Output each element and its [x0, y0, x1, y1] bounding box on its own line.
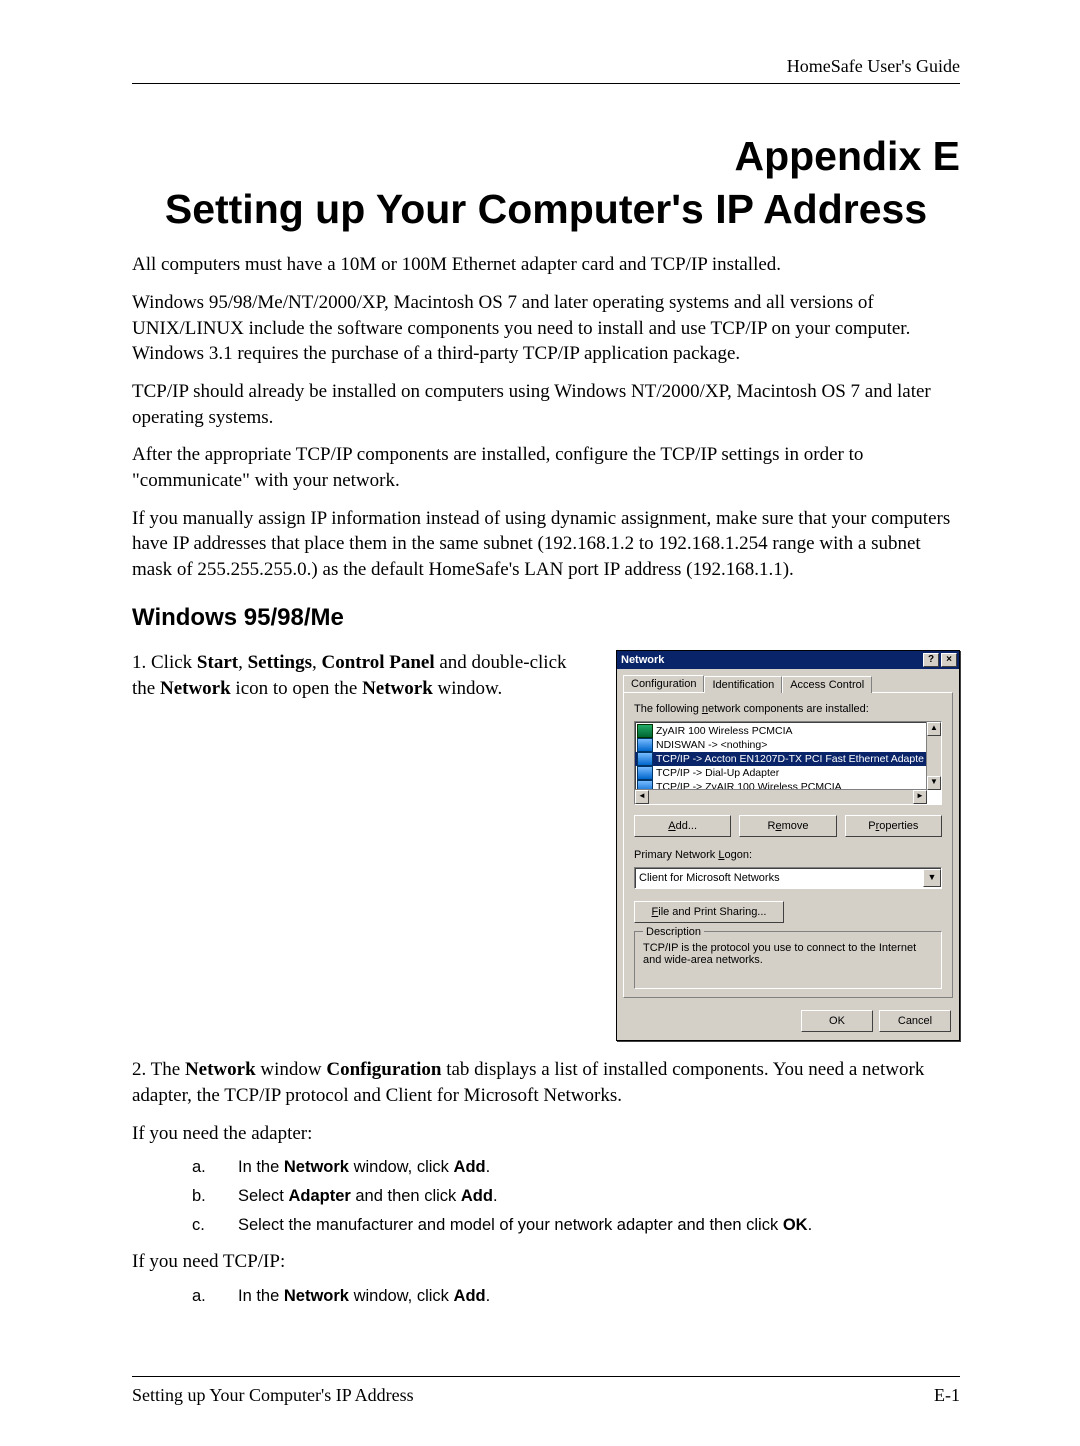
combo-value: Client for Microsoft Networks	[639, 872, 780, 884]
t: Network	[185, 1059, 256, 1080]
t: and then click	[351, 1187, 461, 1205]
list-item-label: NDISWAN -> <nothing>	[656, 739, 767, 751]
network-dialog: Network ? × Configuration Identification…	[616, 650, 960, 1041]
para: Windows 95/98/Me/NT/2000/XP, Macintosh O…	[132, 290, 960, 367]
add-button[interactable]: Add...	[634, 815, 731, 837]
t: Add	[454, 1158, 486, 1176]
t: .	[486, 1287, 491, 1305]
footer-right: E-1	[934, 1385, 960, 1406]
tab-access-control[interactable]: Access Control	[782, 676, 872, 693]
list-item[interactable]: NDISWAN -> <nothing>	[635, 738, 941, 752]
para: If you manually assign IP information in…	[132, 506, 960, 583]
t: Add	[454, 1287, 486, 1305]
step-2-text: 2. The Network window Configuration tab …	[132, 1057, 960, 1108]
step-1-text: 1. Click Start, Settings, Control Panel …	[132, 650, 592, 701]
t: .	[808, 1216, 813, 1234]
t: In the	[238, 1287, 284, 1305]
t: Start	[197, 652, 238, 673]
page-title: Setting up Your Computer's IP Address	[132, 185, 960, 234]
para: All computers must have a 10M or 100M Et…	[132, 252, 960, 278]
t: Select the manufacturer and model of you…	[238, 1216, 783, 1234]
chevron-down-icon[interactable]: ▼	[923, 869, 941, 887]
tab-panel: The following network components are ins…	[623, 692, 953, 998]
page-footer: Setting up Your Computer's IP Address E-…	[132, 1376, 960, 1406]
tab-bar: Configuration Identification Access Cont…	[617, 669, 959, 692]
scroll-left-icon[interactable]: ◄	[635, 790, 649, 804]
protocol-icon	[637, 752, 653, 766]
t: 1. Click	[132, 652, 197, 673]
primary-logon-combo[interactable]: Client for Microsoft Networks ▼	[634, 867, 942, 889]
section-heading: Windows 95/98/Me	[132, 604, 960, 632]
page: HomeSafe User's Guide Appendix E Setting…	[0, 0, 1080, 1446]
scroll-up-icon[interactable]: ▲	[927, 722, 941, 736]
list-item: b.Select Adapter and then click Add.	[192, 1187, 960, 1206]
list-item[interactable]: TCP/IP -> Accton EN1207D-TX PCI Fast Eth…	[635, 752, 941, 766]
t: Network	[160, 678, 231, 699]
t: Network	[362, 678, 433, 699]
list-item-label: ZyAIR 100 Wireless PCMCIA	[656, 725, 793, 737]
t: Network	[284, 1287, 349, 1305]
components-listbox[interactable]: ZyAIR 100 Wireless PCMCIA NDISWAN -> <no…	[634, 721, 942, 805]
properties-button[interactable]: Properties	[845, 815, 942, 837]
list-item: a.In the Network window, click Add.	[192, 1287, 960, 1306]
protocol-icon	[637, 766, 653, 780]
ok-button[interactable]: OK	[801, 1010, 873, 1032]
t: icon to open the	[231, 678, 362, 699]
running-head: HomeSafe User's Guide	[132, 56, 960, 84]
t: window, click	[349, 1287, 454, 1305]
para: After the appropriate TCP/IP components …	[132, 442, 960, 493]
footer-left: Setting up Your Computer's IP Address	[132, 1385, 414, 1406]
tcpip-steps: a.In the Network window, click Add.	[132, 1287, 960, 1306]
t: Select	[238, 1187, 288, 1205]
list-item[interactable]: ZyAIR 100 Wireless PCMCIA	[635, 724, 941, 738]
cancel-button[interactable]: Cancel	[879, 1010, 951, 1032]
description-group: Description TCP/IP is the protocol you u…	[634, 931, 942, 989]
list-item-label: TCP/IP -> Dial-Up Adapter	[656, 767, 779, 779]
tab-identification[interactable]: Identification	[704, 676, 782, 693]
list-item-label: TCP/IP -> Accton EN1207D-TX PCI Fast Eth…	[656, 753, 924, 765]
t: OK	[783, 1216, 808, 1234]
t: In the	[238, 1158, 284, 1176]
t: window	[256, 1059, 327, 1080]
need-tcpip-label: If you need TCP/IP:	[132, 1249, 960, 1275]
t: window, click	[349, 1158, 454, 1176]
t: Configuration	[326, 1059, 441, 1080]
scrollbar-vertical[interactable]: ▲ ▼	[926, 722, 941, 790]
dialog-title: Network	[621, 654, 664, 666]
logon-label: Primary Network Logon:	[634, 849, 942, 861]
t: window.	[433, 678, 503, 699]
t: .	[486, 1158, 491, 1176]
file-print-sharing-button[interactable]: File and Print Sharing...	[634, 901, 784, 923]
remove-button[interactable]: Remove	[739, 815, 836, 837]
dialog-titlebar[interactable]: Network ? ×	[617, 651, 959, 669]
need-adapter-label: If you need the adapter:	[132, 1121, 960, 1147]
adapter-steps: a.In the Network window, click Add. b.Se…	[132, 1158, 960, 1235]
description-text: TCP/IP is the protocol you use to connec…	[643, 942, 933, 966]
t: .	[493, 1187, 498, 1205]
t: Control Panel	[321, 652, 434, 673]
list-item: a.In the Network window, click Add.	[192, 1158, 960, 1177]
list-item[interactable]: TCP/IP -> Dial-Up Adapter	[635, 766, 941, 780]
scroll-down-icon[interactable]: ▼	[927, 776, 941, 790]
t: Settings	[248, 652, 312, 673]
appendix-label: Appendix E	[132, 132, 960, 181]
t: Adapter	[288, 1187, 350, 1205]
description-legend: Description	[643, 926, 704, 938]
step-1: 1. Click Start, Settings, Control Panel …	[132, 650, 960, 1041]
scroll-right-icon[interactable]: ►	[913, 790, 927, 804]
close-button[interactable]: ×	[941, 653, 957, 667]
tab-configuration[interactable]: Configuration	[623, 675, 704, 692]
protocol-icon	[637, 738, 653, 752]
list-item: c.Select the manufacturer and model of y…	[192, 1216, 960, 1235]
para: TCP/IP should already be installed on co…	[132, 379, 960, 430]
components-label: The following network components are ins…	[634, 703, 942, 715]
t: Network	[284, 1158, 349, 1176]
t: Add	[461, 1187, 493, 1205]
t: ,	[238, 652, 248, 673]
scrollbar-horizontal[interactable]: ◄ ►	[635, 789, 927, 804]
adapter-icon	[637, 724, 653, 738]
help-button[interactable]: ?	[923, 653, 939, 667]
t: 2. The	[132, 1059, 185, 1080]
